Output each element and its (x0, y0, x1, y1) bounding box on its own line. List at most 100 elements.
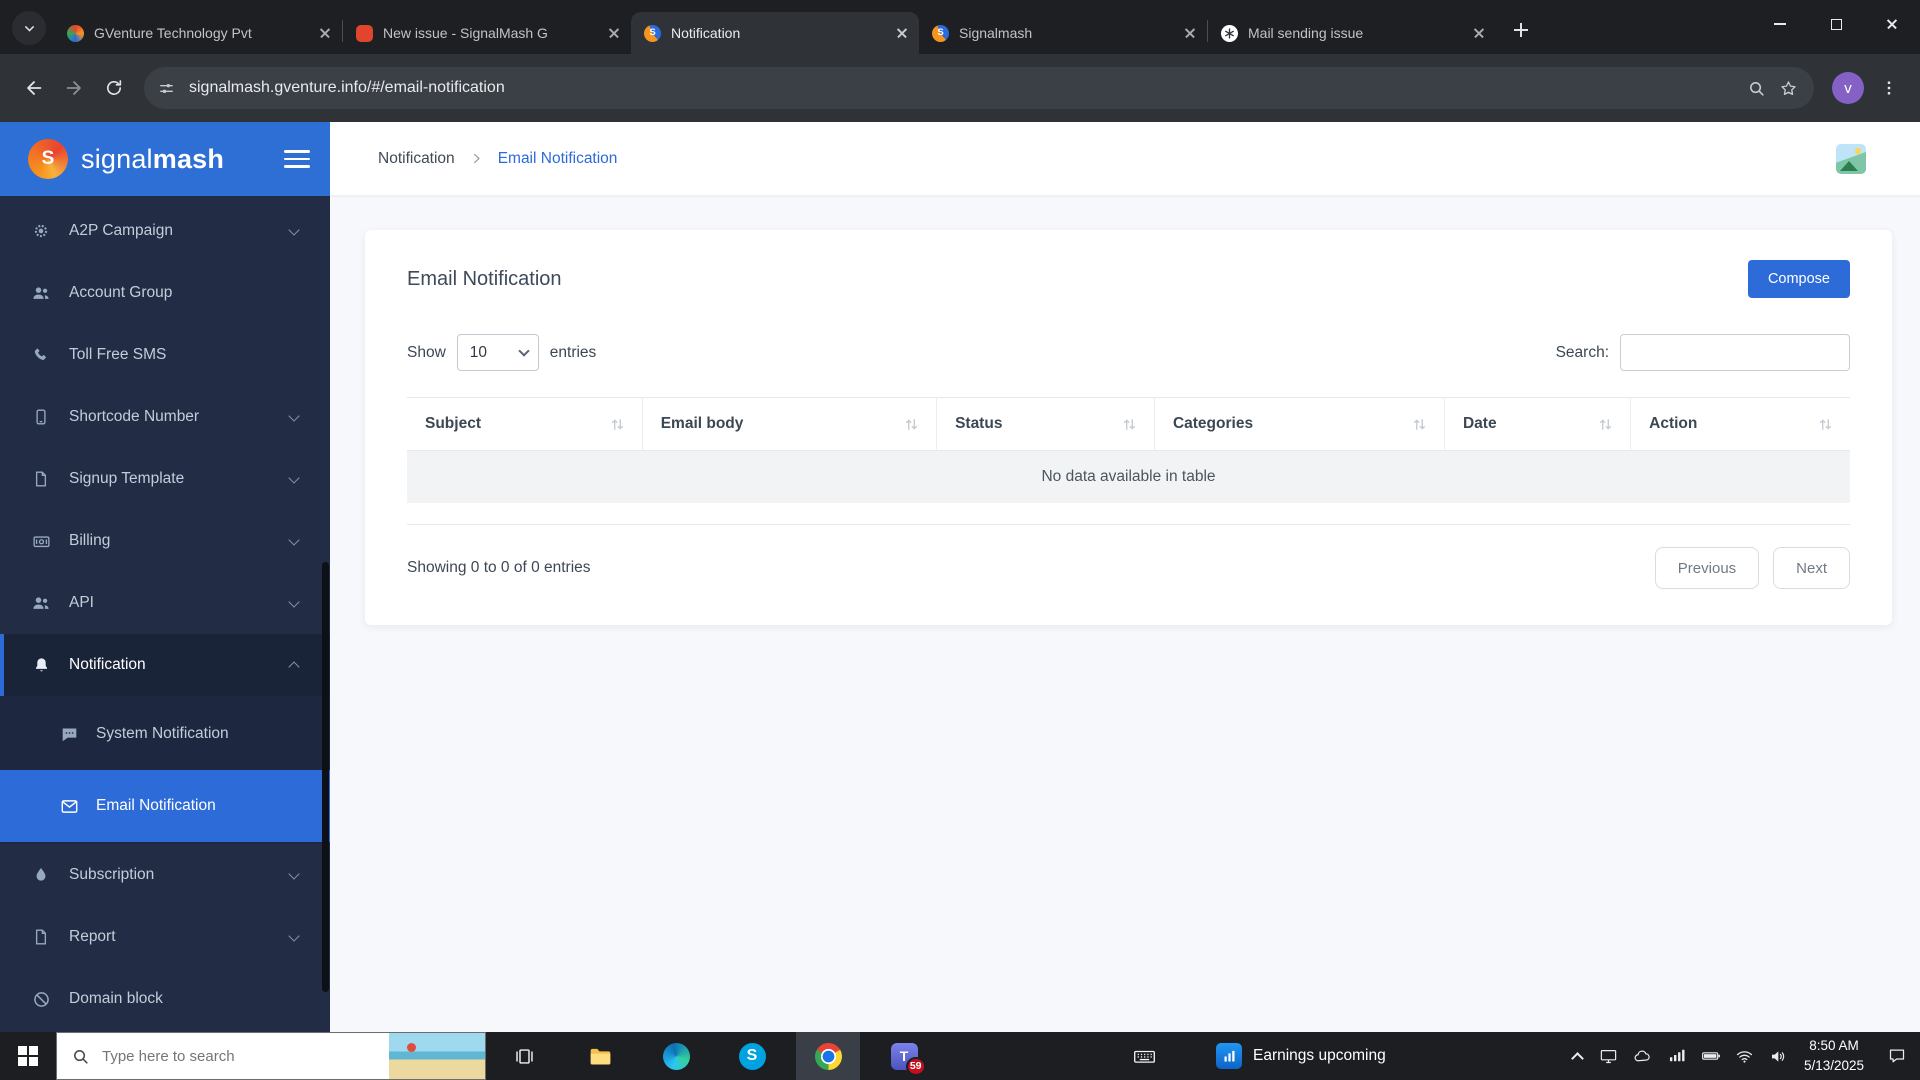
tab-gventure[interactable]: GVenture Technology Pvt (54, 12, 342, 54)
skype-button[interactable]: S (720, 1032, 784, 1080)
news-widget[interactable]: Earnings upcoming (1216, 1032, 1386, 1080)
tab-close-icon[interactable] (1469, 24, 1488, 43)
sidebar-item-system-notification[interactable]: System Notification (0, 698, 330, 770)
file-icon (30, 928, 52, 946)
sidebar-item-account-group[interactable]: Account Group (0, 262, 330, 324)
teams-icon: T59 (891, 1043, 918, 1070)
tab-search-button[interactable] (12, 11, 46, 45)
action-center-button[interactable] (1874, 1046, 1920, 1066)
task-view-button[interactable] (492, 1032, 556, 1080)
site-info-icon[interactable] (151, 73, 181, 103)
forward-button[interactable] (54, 68, 94, 108)
tab-notification-active[interactable]: S Notification (631, 12, 919, 54)
cellular-tray-button[interactable] (1660, 1032, 1694, 1080)
chevron-down-icon (22, 21, 37, 36)
ban-icon (30, 990, 52, 1009)
taskbar-search-input[interactable] (100, 1047, 310, 1066)
volume-tray-button[interactable] (1762, 1032, 1796, 1080)
reload-button[interactable] (94, 68, 134, 108)
taskbar-clock[interactable]: 8:50 AM 5/13/2025 (1804, 1036, 1864, 1075)
browser-tabstrip: GVenture Technology Pvt New issue - Sign… (0, 0, 1920, 54)
taskbar-search[interactable] (56, 1032, 486, 1080)
hamburger-menu-icon[interactable] (284, 150, 310, 168)
back-button[interactable] (14, 68, 54, 108)
chevron-down-icon (288, 868, 299, 879)
sidebar-scrollbar[interactable] (322, 562, 329, 992)
sidebar-item-signup-template[interactable]: Signup Template (0, 448, 330, 510)
tab-signalmash[interactable]: S Signalmash (919, 12, 1207, 54)
tab-close-icon[interactable] (604, 24, 623, 43)
teams-notification-badge: 59 (906, 1057, 926, 1076)
ed​ge-button[interactable] (644, 1032, 708, 1080)
sidebar-item-report[interactable]: Report (0, 906, 330, 968)
tab-close-icon[interactable] (315, 24, 334, 43)
minimize-button[interactable] (1752, 0, 1808, 48)
search-icon[interactable] (1740, 72, 1772, 104)
page-size-select[interactable]: 10 (457, 334, 539, 371)
windows-logo-icon (18, 1046, 38, 1066)
previous-button[interactable]: Previous (1655, 547, 1759, 589)
hidden-icons-button[interactable] (1564, 1032, 1592, 1080)
app-header: Notification Email Notification (330, 122, 1920, 196)
column-header-action[interactable]: Action (1631, 398, 1850, 451)
chrome-icon (815, 1043, 842, 1070)
onedrive-tray-button[interactable] (1626, 1032, 1660, 1080)
gventure-favicon (67, 25, 84, 42)
start-button[interactable] (0, 1032, 56, 1080)
sidebar-item-billing[interactable]: Billing (0, 510, 330, 572)
sidebar-item-email-notification[interactable]: Email Notification (0, 770, 330, 842)
page-size-group: Show 10 entries (407, 334, 596, 371)
chevron-down-icon (288, 930, 299, 941)
browser-menu-button[interactable] (1872, 71, 1906, 105)
maximize-button[interactable] (1808, 0, 1864, 48)
signal-bars-icon (1668, 1047, 1686, 1065)
app-window: S signalmash A2P Campaign Account Group … (0, 122, 1920, 1032)
sidebar-item-a2p-campaign[interactable]: A2P Campaign (0, 200, 330, 262)
tab-close-icon[interactable] (1180, 24, 1199, 43)
breadcrumb-page[interactable]: Email Notification (498, 150, 618, 168)
address-bar[interactable]: signalmash.gventure.info/#/email-notific… (144, 67, 1814, 109)
column-header-categories[interactable]: Categories (1154, 398, 1444, 451)
column-header-subject[interactable]: Subject (407, 398, 642, 451)
search-icon (71, 1047, 90, 1066)
profile-photo[interactable] (1836, 144, 1866, 174)
envelope-icon (58, 797, 80, 816)
column-header-date[interactable]: Date (1444, 398, 1630, 451)
tab-close-icon[interactable] (892, 24, 911, 43)
compose-button[interactable]: Compose (1748, 260, 1850, 298)
table-bottom-border (407, 503, 1850, 525)
keyboard-icon (1132, 1044, 1157, 1069)
monitor-tray-button[interactable] (1592, 1032, 1626, 1080)
tab-new-issue[interactable]: New issue - SignalMash G (343, 12, 631, 54)
sidebar-item-api[interactable]: API (0, 572, 330, 634)
wifi-tray-button[interactable] (1728, 1032, 1762, 1080)
file-explorer-button[interactable] (568, 1032, 632, 1080)
column-header-status[interactable]: Status (937, 398, 1155, 451)
teams-button[interactable]: T59 (872, 1032, 936, 1080)
sidebar-item-subscription[interactable]: Subscription (0, 844, 330, 906)
sidebar-item-domain-block[interactable]: Domain block (0, 968, 330, 1030)
card-header: Email Notification Compose (407, 260, 1850, 298)
close-button[interactable] (1864, 0, 1920, 48)
file-icon (30, 470, 52, 488)
browser-profile-avatar[interactable]: v (1832, 72, 1864, 104)
battery-tray-button[interactable] (1694, 1032, 1728, 1080)
breadcrumb-section[interactable]: Notification (378, 150, 455, 168)
touch-keyboard-button[interactable] (1112, 1032, 1176, 1080)
sidebar-item-toll-free-sms[interactable]: Toll Free SMS (0, 324, 330, 386)
table-search-input[interactable] (1620, 334, 1850, 371)
sidebar-item-notification[interactable]: Notification (0, 634, 330, 696)
next-button[interactable]: Next (1773, 547, 1850, 589)
tab-mail-sending-issue[interactable]: Mail sending issue (1208, 12, 1496, 54)
sort-icon (1819, 417, 1832, 432)
sidebar-item-shortcode-number[interactable]: Shortcode Number (0, 386, 330, 448)
reload-icon (104, 78, 124, 98)
show-label: Show (407, 344, 446, 362)
new-tab-button[interactable] (1505, 14, 1537, 46)
chrome-button[interactable] (796, 1032, 860, 1080)
signalmash-favicon: S (932, 25, 949, 42)
search-promo-image[interactable] (389, 1033, 485, 1079)
bookmark-star-icon[interactable] (1772, 72, 1804, 104)
column-header-email-body[interactable]: Email body (642, 398, 936, 451)
chevron-down-icon (288, 410, 299, 421)
